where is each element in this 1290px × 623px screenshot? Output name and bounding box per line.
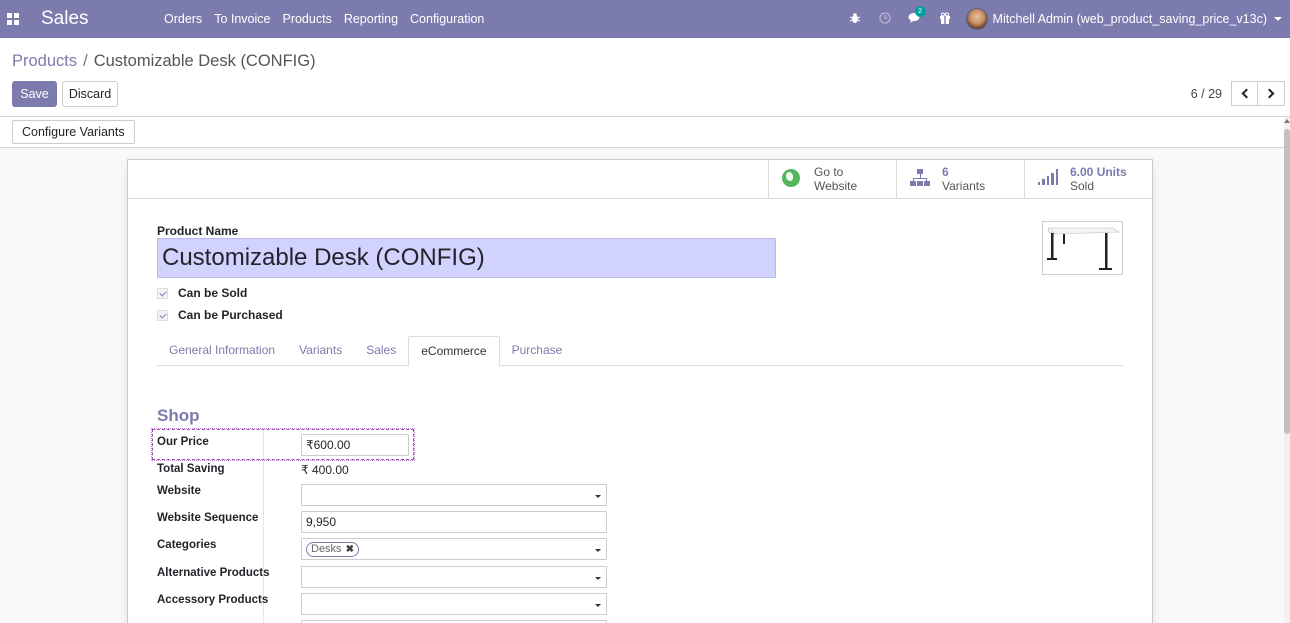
breadcrumb-products[interactable]: Products: [12, 52, 77, 70]
tab-sales[interactable]: Sales: [354, 336, 408, 366]
accessory-products-input[interactable]: [301, 593, 607, 615]
main-menu: Orders To Invoice Products Reporting Con…: [142, 12, 494, 26]
alternative-products-input[interactable]: [301, 566, 607, 588]
tab-general-information[interactable]: General Information: [157, 336, 287, 366]
pager-buttons: [1231, 81, 1285, 106]
product-name-label: Product Name: [157, 224, 239, 238]
total-saving-value: ₹ 400.00: [301, 463, 349, 477]
can-be-purchased-row: Can be Purchased: [157, 308, 283, 322]
caret-down-icon: [595, 577, 601, 580]
avatar: [965, 8, 988, 30]
menu-item-to-invoice[interactable]: To Invoice: [212, 12, 280, 26]
control-panel: Products / Customizable Desk (CONFIG) Save…: [0, 38, 1290, 117]
chat-icon[interactable]: 2: [900, 5, 930, 27]
accessory-products-label: Accessory Products: [157, 594, 269, 606]
variants-button[interactable]: 6 Variants: [896, 160, 1024, 198]
our-price-label: Our Price: [157, 436, 209, 448]
website-sequence-input[interactable]: 9,950: [301, 511, 607, 533]
bug-icon[interactable]: [840, 12, 870, 27]
discard-button[interactable]: Discard: [62, 81, 118, 107]
units-sold-label: Sold: [1070, 179, 1095, 193]
variants-count: 6: [942, 165, 949, 179]
category-tag-label: Desks: [311, 543, 342, 555]
our-price-input[interactable]: ₹600.00: [301, 434, 409, 456]
systray: 2 Mitchell Admin (web_product_saving_pri…: [840, 0, 1290, 38]
tab-purchase[interactable]: Purchase: [500, 336, 575, 366]
can-be-sold-checkbox[interactable]: [157, 287, 168, 299]
categories-input[interactable]: Desks ✖: [301, 538, 607, 560]
breadcrumb-current: Customizable Desk (CONFIG): [93, 52, 316, 70]
save-button[interactable]: Save: [12, 81, 57, 107]
user-menu[interactable]: Mitchell Admin (web_product_saving_price…: [965, 8, 1282, 30]
categories-label: Categories: [157, 539, 217, 551]
globe-icon: [782, 169, 802, 189]
units-sold-button[interactable]: 6.00 Units Sold: [1024, 160, 1152, 198]
website-line1: Go to: [814, 165, 844, 179]
form-view: Go to Website 6 Variants 6.00 Units Sold…: [0, 148, 1284, 623]
variants-label: Variants: [942, 179, 986, 193]
chevron-right-icon: [1264, 88, 1275, 99]
pager-value[interactable]: 6 / 29: [1191, 87, 1222, 101]
chevron-down-icon: [1274, 17, 1282, 21]
notebook-tabs: General Information Variants Sales eComm…: [157, 336, 1123, 367]
menu-item-orders[interactable]: Orders: [162, 12, 212, 26]
tab-variants[interactable]: Variants: [287, 336, 354, 366]
shop-section-title: Shop: [157, 406, 200, 425]
scroll-up-icon[interactable]: [1284, 119, 1290, 123]
website-sequence-label: Website Sequence: [157, 512, 259, 524]
menu-item-products[interactable]: Products: [280, 12, 341, 26]
tab-ecommerce[interactable]: eCommerce: [408, 336, 500, 367]
alternative-products-label: Alternative Products: [157, 567, 270, 579]
can-be-sold-label: Can be Sold: [178, 286, 248, 300]
breadcrumb: Products / Customizable Desk (CONFIG): [12, 52, 316, 71]
can-be-purchased-checkbox[interactable]: [157, 309, 168, 321]
remove-tag-icon[interactable]: ✖: [346, 544, 354, 555]
apps-menu-icon[interactable]: [7, 13, 31, 25]
can-be-purchased-label: Can be Purchased: [178, 308, 283, 322]
caret-down-icon: [595, 495, 601, 498]
signal-icon: [1038, 169, 1059, 189]
clock-icon[interactable]: [870, 11, 900, 27]
units-sold-count: 6.00 Units: [1070, 165, 1127, 179]
page-scrollbar[interactable]: [1284, 117, 1290, 623]
product-image[interactable]: [1042, 221, 1123, 275]
app-name[interactable]: Sales: [41, 8, 128, 30]
website-line2: Website: [814, 179, 858, 193]
chevron-left-icon: [1241, 88, 1251, 99]
configure-variants-button[interactable]: Configure Variants: [12, 120, 135, 144]
menu-item-reporting[interactable]: Reporting: [342, 12, 408, 26]
user-name: Mitchell Admin (web_product_saving_price…: [992, 12, 1267, 26]
go-to-website-button[interactable]: Go to Website: [768, 160, 896, 198]
pager-next-button[interactable]: [1258, 81, 1285, 106]
form-sheet: Go to Website 6 Variants 6.00 Units Sold…: [127, 159, 1153, 623]
breadcrumb-separator: /: [83, 52, 88, 70]
pager-previous-button[interactable]: [1231, 81, 1258, 106]
website-label: Website: [157, 485, 201, 497]
smart-button-box: Go to Website 6 Variants 6.00 Units Sold: [128, 160, 1152, 199]
scroll-thumb[interactable]: [1284, 129, 1290, 434]
gift-icon[interactable]: [930, 12, 960, 27]
product-name-input[interactable]: Customizable Desk (CONFIG): [157, 238, 776, 278]
website-select[interactable]: [301, 484, 607, 506]
total-saving-label: Total Saving: [157, 463, 225, 475]
sitemap-icon: [910, 169, 930, 189]
form-statusbar: Configure Variants: [0, 117, 1284, 148]
caret-down-icon: [595, 549, 601, 552]
desk-image: [1047, 227, 1121, 270]
top-navbar: Sales Orders To Invoice Products Reporti…: [0, 0, 1290, 38]
menu-item-configuration[interactable]: Configuration: [408, 12, 494, 26]
caret-down-icon: [595, 604, 601, 607]
category-tag: Desks ✖: [306, 541, 359, 557]
can-be-sold-row: Can be Sold: [157, 286, 247, 300]
chat-badge: 2: [914, 5, 926, 17]
